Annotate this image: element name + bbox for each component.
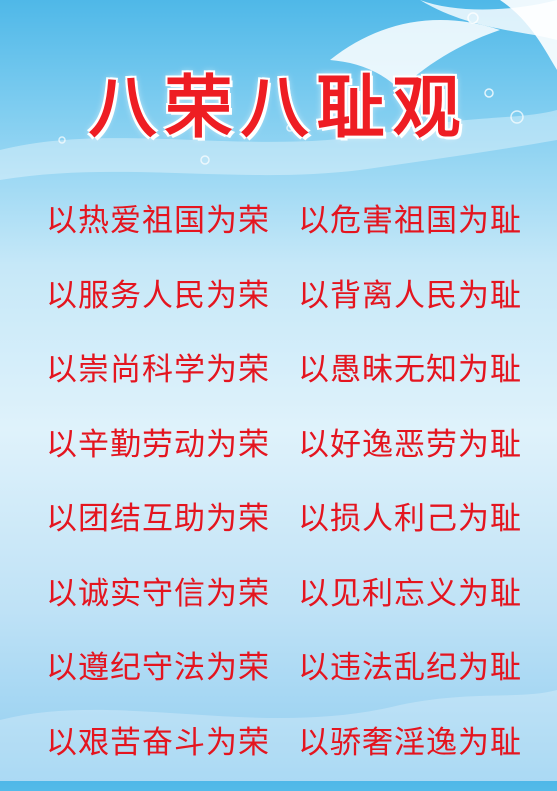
list-item: 以遵纪守法为荣 以违法乱纪为耻: [0, 642, 557, 717]
list-item: 以艰苦奋斗为荣 以骄奢淫逸为耻: [0, 717, 557, 791]
honor-text: 以诚实守信为荣: [46, 568, 270, 613]
shame-text: 以骄奢淫逸为耻: [298, 717, 522, 762]
honor-text: 以辛勤劳动为荣: [46, 419, 270, 464]
honor-text: 以崇尚科学为荣: [46, 344, 270, 389]
list-item: 以热爱祖国为荣 以危害祖国为耻: [0, 195, 557, 270]
bubble: [201, 156, 209, 164]
honor-text: 以服务人民为荣: [46, 270, 270, 315]
shame-text: 以危害祖国为耻: [298, 195, 522, 240]
list-item: 以辛勤劳动为荣 以好逸恶劳为耻: [0, 419, 557, 494]
bubble: [468, 13, 478, 23]
cloud-swirl: [420, 0, 557, 40]
honor-shame-list: 以热爱祖国为荣 以危害祖国为耻 以服务人民为荣 以背离人民为耻 以崇尚科学为荣 …: [0, 195, 557, 791]
shame-text: 以愚昧无知为耻: [298, 344, 522, 389]
shame-text: 以违法乱纪为耻: [298, 642, 522, 687]
honor-text: 以热爱祖国为荣: [46, 195, 270, 240]
list-item: 以诚实守信为荣 以见利忘义为耻: [0, 568, 557, 643]
honor-text: 以遵纪守法为荣: [46, 642, 270, 687]
shame-text: 以好逸恶劳为耻: [298, 419, 522, 464]
list-item: 以服务人民为荣 以背离人民为耻: [0, 270, 557, 345]
honor-text: 以艰苦奋斗为荣: [46, 717, 270, 762]
poster-title: 八荣八耻观: [0, 52, 557, 151]
shame-text: 以损人利己为耻: [298, 493, 522, 538]
list-item: 以团结互助为荣 以损人利己为耻: [0, 493, 557, 568]
shame-text: 以背离人民为耻: [298, 270, 522, 315]
shame-text: 以见利忘义为耻: [298, 568, 522, 613]
list-item: 以崇尚科学为荣 以愚昧无知为耻: [0, 344, 557, 419]
honor-text: 以团结互助为荣: [46, 493, 270, 538]
